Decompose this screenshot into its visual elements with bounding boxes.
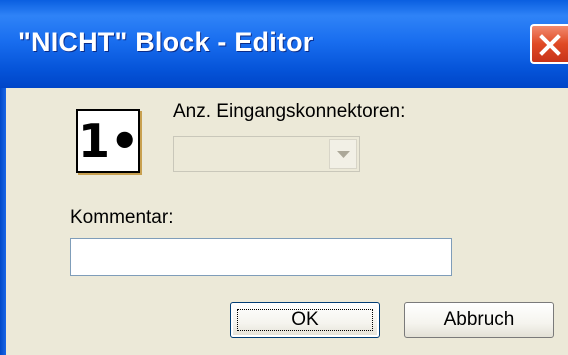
focus-rectangle xyxy=(237,309,373,331)
close-icon xyxy=(539,34,561,56)
window-title: "NICHT" Block - Editor xyxy=(18,27,314,57)
cancel-button-label: Abbruch xyxy=(443,309,515,330)
window-frame xyxy=(0,88,6,355)
chevron-down-icon xyxy=(337,151,350,158)
inputs-count-label: Anz. Eingangskonnektoren: xyxy=(173,101,406,122)
dialog-window: "NICHT" Block - Editor 1• Anz. Eingangsk… xyxy=(0,0,568,355)
close-button[interactable] xyxy=(530,24,568,64)
inputs-count-select[interactable] xyxy=(173,136,360,172)
ok-button[interactable]: OK xyxy=(230,302,380,338)
cancel-button[interactable]: Abbruch xyxy=(404,302,554,338)
comment-label: Kommentar: xyxy=(70,207,174,228)
dropdown-button[interactable] xyxy=(329,139,357,169)
block-icon-label: 1• xyxy=(78,114,140,168)
title-bar[interactable]: "NICHT" Block - Editor xyxy=(0,0,568,88)
not-block-icon: 1• xyxy=(76,109,140,173)
comment-input[interactable] xyxy=(70,238,452,276)
